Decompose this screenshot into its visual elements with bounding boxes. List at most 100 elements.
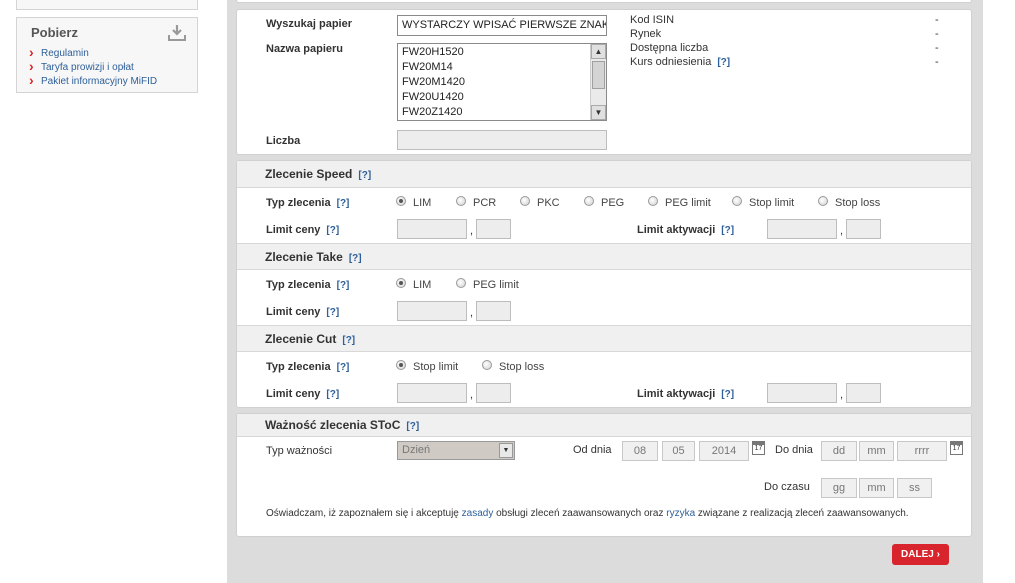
scroll-thumb[interactable] xyxy=(592,61,605,89)
speed-radio-peg[interactable] xyxy=(584,196,594,206)
link-regulamin[interactable]: Regulamin xyxy=(29,45,157,61)
agreement-text: Oświadczam, iż zapoznałem się i akceptuj… xyxy=(266,508,909,519)
cut-radio-stop-loss[interactable] xyxy=(482,360,492,370)
chevron-down-icon[interactable]: ▼ xyxy=(499,443,513,458)
speed-radio-stop-loss[interactable] xyxy=(818,196,828,206)
take-price-int-input[interactable] xyxy=(397,301,467,321)
take-help[interactable]: [?] xyxy=(349,253,362,264)
cut-activation-int-input[interactable] xyxy=(767,383,837,403)
top-panel-edge xyxy=(236,0,972,3)
list-item[interactable]: FW20U1420 xyxy=(398,90,606,105)
speed-title: Zlecenie Speed [?] xyxy=(265,167,372,181)
speed-option-label: LIM xyxy=(413,197,432,209)
to-time-label: Do czasu xyxy=(764,481,810,493)
cut-activation-label: Limit aktywacji [?] xyxy=(637,388,735,400)
list-item[interactable]: FW20M1420 xyxy=(398,75,606,90)
calendar-icon[interactable]: 17 xyxy=(752,441,765,455)
security-panel: Wyszukaj papier WYSTARCZY WPISAĆ PIERWSZ… xyxy=(236,9,972,155)
quantity-label: Liczba xyxy=(266,135,301,147)
listbox-scrollbar[interactable]: ▲ ▼ xyxy=(590,44,606,120)
cut-price-help[interactable]: [?] xyxy=(326,389,339,400)
isin-label: Kod ISIN xyxy=(630,14,675,26)
cut-activation-help[interactable]: [?] xyxy=(721,389,734,400)
available-value: - xyxy=(935,42,939,54)
list-item[interactable]: FW20M14 xyxy=(398,60,606,75)
download-icon[interactable] xyxy=(167,24,187,42)
ref-price-label: Kurs odniesienia [?] xyxy=(630,56,731,68)
take-type-label: Typ zlecenia [?] xyxy=(266,279,350,291)
from-day-input[interactable]: 08 xyxy=(622,441,658,461)
speed-option-label: Stop loss xyxy=(835,197,881,209)
speed-help[interactable]: [?] xyxy=(358,170,371,181)
validity-help[interactable]: [?] xyxy=(406,421,419,432)
to-day-input[interactable]: dd xyxy=(821,441,857,461)
take-radio-peg-limit[interactable] xyxy=(456,278,466,288)
to-date-label: Do dnia xyxy=(775,444,813,456)
second-input[interactable]: ss xyxy=(897,478,932,498)
from-year-input[interactable]: 2014 xyxy=(699,441,749,461)
comma: , xyxy=(470,307,474,319)
next-button[interactable]: DALEJ › xyxy=(892,544,949,565)
speed-activation-label: Limit aktywacji [?] xyxy=(637,224,735,236)
security-listbox[interactable]: FW20H1520 FW20M14 FW20M1420 FW20U1420 FW… xyxy=(397,43,607,121)
speed-option-label: PEG limit xyxy=(665,197,711,209)
speed-radio-pkc[interactable] xyxy=(520,196,530,206)
to-month-input[interactable]: mm xyxy=(859,441,894,461)
validity-header: Ważność zlecenia SToC [?] xyxy=(237,414,971,437)
cut-price-int-input[interactable] xyxy=(397,383,467,403)
list-item[interactable]: FW20H1520 xyxy=(398,45,606,60)
scroll-down-icon[interactable]: ▼ xyxy=(591,105,606,120)
ref-price-help[interactable]: [?] xyxy=(717,57,730,68)
speed-price-help[interactable]: [?] xyxy=(326,225,339,236)
from-date-label: Od dnia xyxy=(573,444,612,456)
isin-value: - xyxy=(935,14,939,26)
hour-input[interactable]: gg xyxy=(821,478,857,498)
search-input[interactable]: WYSTARCZY WPISAĆ PIERWSZE ZNAKI xyxy=(397,15,607,36)
cut-option-label: Stop limit xyxy=(413,361,459,373)
speed-type-help[interactable]: [?] xyxy=(337,198,350,209)
speed-price-label: Limit ceny [?] xyxy=(266,224,340,236)
cut-type-help[interactable]: [?] xyxy=(337,362,350,373)
speed-activation-int-input[interactable] xyxy=(767,219,837,239)
speed-radio-pcr[interactable] xyxy=(456,196,466,206)
take-price-help[interactable]: [?] xyxy=(326,307,339,318)
take-radio-lim[interactable] xyxy=(396,278,406,288)
take-price-dec-input[interactable] xyxy=(476,301,511,321)
take-option-label: LIM xyxy=(413,279,432,291)
orders-panel: Zlecenie Speed [?] Typ zlecenia [?] LIM PC… xyxy=(236,160,972,408)
speed-price-int-input[interactable] xyxy=(397,219,467,239)
speed-radio-stop-limit[interactable] xyxy=(732,196,742,206)
speed-activation-help[interactable]: [?] xyxy=(721,225,734,236)
comma: , xyxy=(470,225,474,237)
link-mifid[interactable]: Pakiet informacyjny MiFID xyxy=(29,73,157,89)
speed-option-label: PEG xyxy=(601,197,625,209)
ref-price-value: - xyxy=(935,56,939,68)
quantity-input[interactable] xyxy=(397,130,607,150)
cut-type-label: Typ zlecenia [?] xyxy=(266,361,350,373)
cut-help[interactable]: [?] xyxy=(342,335,355,346)
comma: , xyxy=(470,389,474,401)
cut-activation-dec-input[interactable] xyxy=(846,383,881,403)
cut-price-dec-input[interactable] xyxy=(476,383,511,403)
take-type-help[interactable]: [?] xyxy=(337,280,350,291)
rules-link[interactable]: zasady xyxy=(462,508,494,519)
speed-radio-peg-limit[interactable] xyxy=(648,196,658,206)
cut-header: Zlecenie Cut [?] xyxy=(237,325,971,352)
scroll-up-icon[interactable]: ▲ xyxy=(591,44,606,59)
market-label: Rynek xyxy=(630,28,662,40)
risk-link[interactable]: ryzyka xyxy=(666,508,695,519)
speed-price-dec-input[interactable] xyxy=(476,219,511,239)
validity-title: Ważność zlecenia SToC [?] xyxy=(265,418,420,432)
list-item[interactable]: FW20Z1420 xyxy=(398,105,606,120)
calendar-icon[interactable]: 17 xyxy=(950,441,963,455)
cut-radio-stop-limit[interactable] xyxy=(396,360,406,370)
minute-input[interactable]: mm xyxy=(859,478,894,498)
speed-activation-dec-input[interactable] xyxy=(846,219,881,239)
to-year-input[interactable]: rrrr xyxy=(897,441,947,461)
validity-type-select[interactable]: Dzień ▼ xyxy=(397,441,515,460)
speed-radio-lim[interactable] xyxy=(396,196,406,206)
link-taryfa[interactable]: Taryfa prowizji i opłat xyxy=(29,59,157,75)
from-month-input[interactable]: 05 xyxy=(662,441,695,461)
take-header: Zlecenie Take [?] xyxy=(237,243,971,270)
take-title: Zlecenie Take [?] xyxy=(265,250,362,264)
